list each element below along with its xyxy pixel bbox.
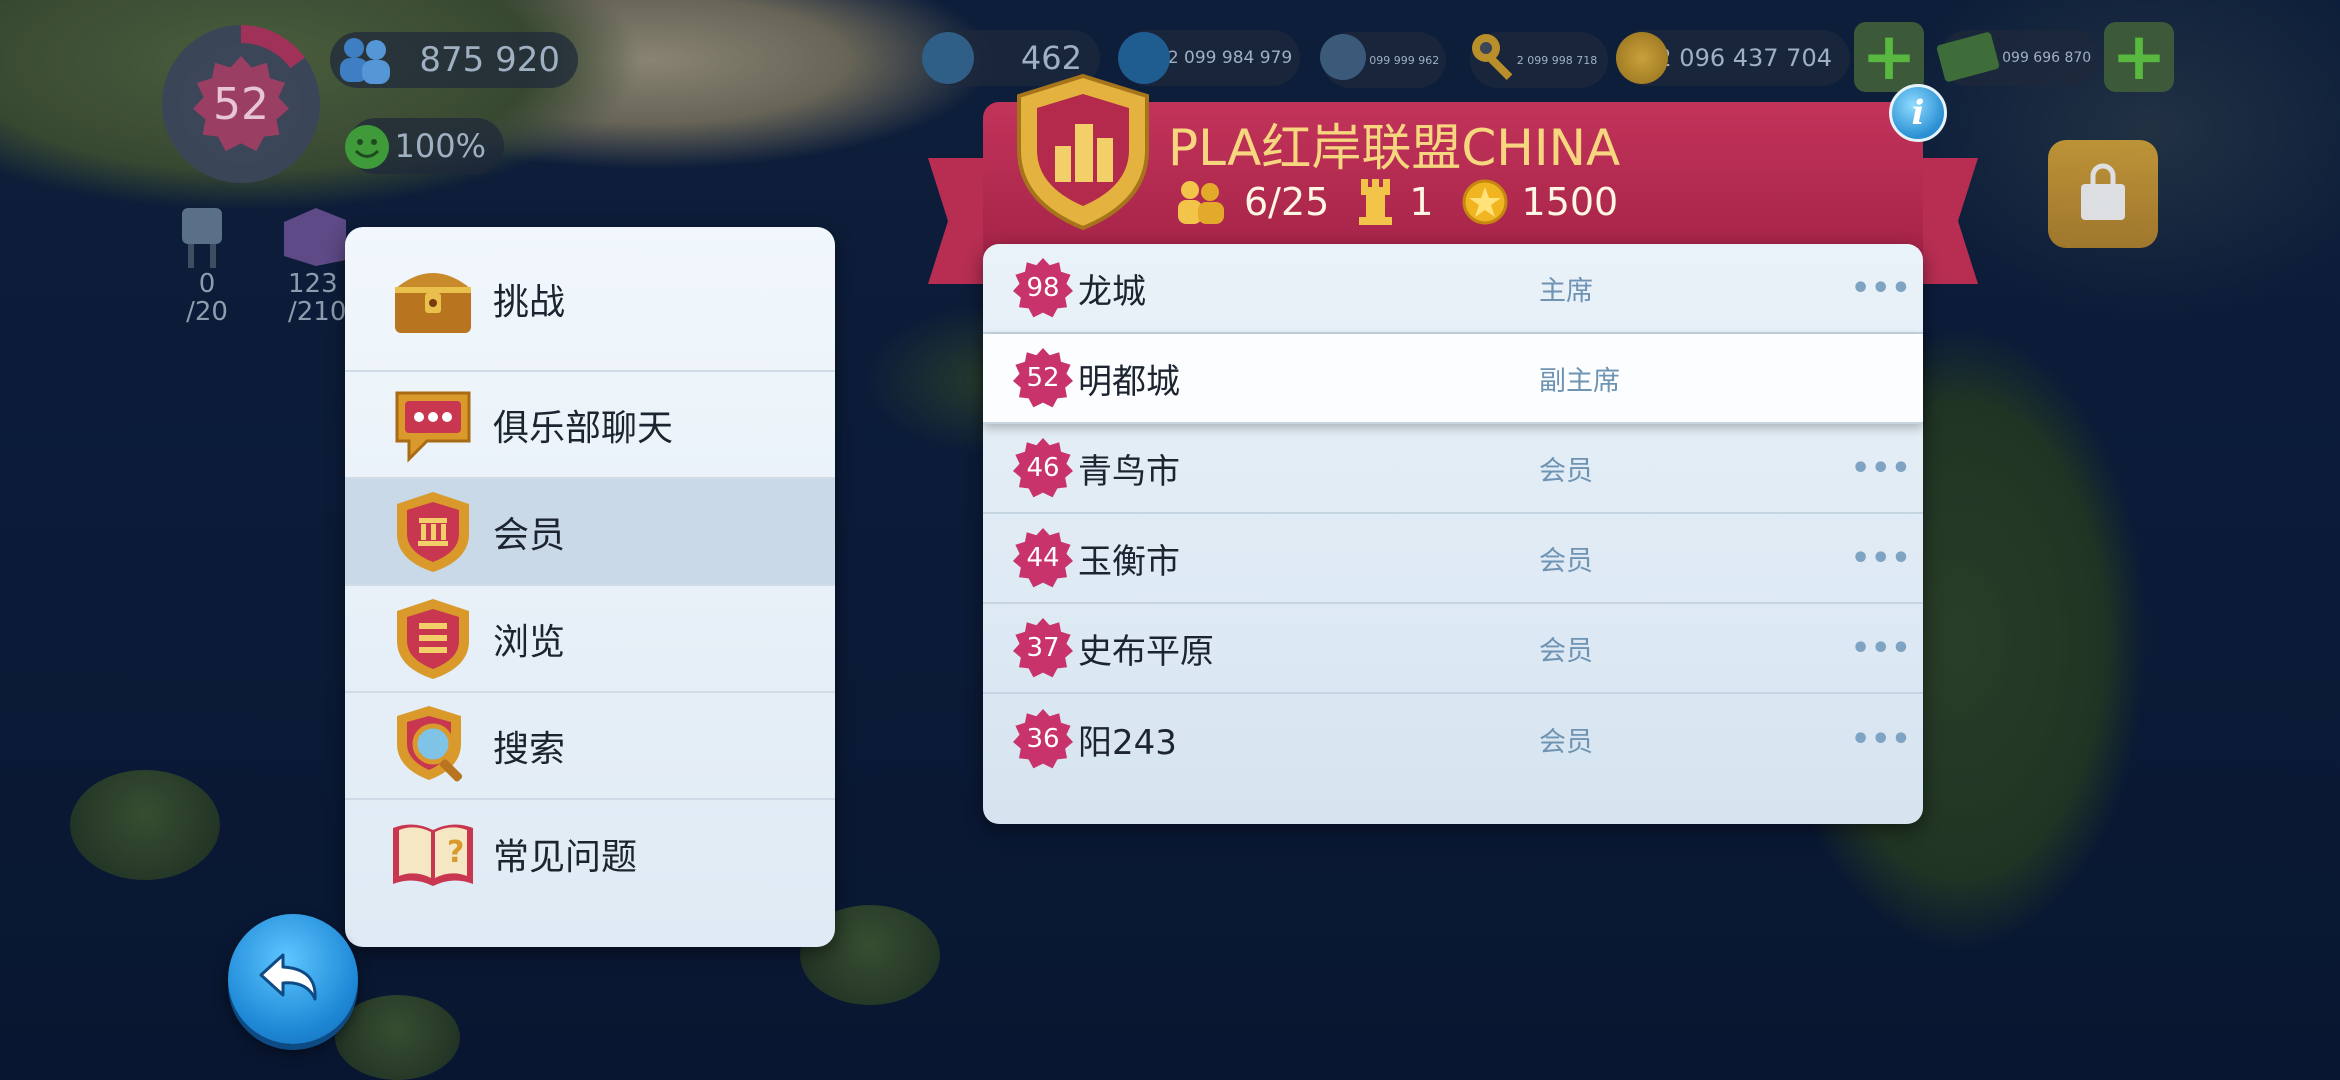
plus-icon: +	[1861, 18, 1917, 95]
storage-capacity-label: 123 /2100000	[288, 270, 348, 326]
search-magnifier-icon	[391, 704, 475, 788]
member-level-badge: 98	[1013, 258, 1073, 318]
club-emblem-icon	[1017, 73, 1149, 231]
member-row[interactable]: 98 龙城 主席 •••	[983, 244, 1923, 334]
member-level-badge: 36	[1013, 709, 1073, 769]
tower-icon	[1359, 179, 1393, 225]
more-options-button[interactable]: •••	[1851, 541, 1912, 576]
menu-item-browse[interactable]: 浏览	[345, 586, 835, 693]
coin-value: 2 096 437 704	[1656, 44, 1832, 72]
cash-value: 2 099 696 870	[1988, 50, 2092, 66]
storage-building-icon	[284, 208, 346, 266]
simoleon-coin-icon	[1616, 32, 1668, 84]
shopping-bag-icon	[2081, 163, 2125, 220]
wrench-token-icon	[1320, 34, 1366, 80]
club-name: PLA红岸联盟CHINA	[1168, 119, 1621, 177]
chat-bubble-icon	[391, 383, 475, 467]
member-city-name: 玉衡市	[1078, 541, 1180, 582]
plus-icon: +	[2111, 18, 2167, 95]
menu-item-members[interactable]: 会员	[345, 479, 835, 586]
menu-label-members: 会员	[493, 514, 566, 556]
member-role: 会员	[1539, 726, 1593, 758]
member-level-badge: 52	[1013, 348, 1073, 408]
back-arrow-icon	[259, 953, 317, 1001]
menu-label-search: 搜索	[493, 728, 566, 770]
more-options-button[interactable]: •••	[1851, 631, 1912, 666]
club-member-count: 6/25	[1244, 180, 1330, 224]
member-level-badge: 46	[1013, 438, 1073, 498]
member-level-badge: 44	[1013, 528, 1073, 588]
menu-label-club-chat: 俱乐部聊天	[493, 407, 674, 449]
member-city-name: 阳243	[1078, 722, 1177, 763]
member-list: 98 龙城 主席 ••• 52 明都城 副主席 46 青鸟市 会员 ••• 44…	[983, 244, 1923, 824]
club-menu-panel: 挑战 俱乐部聊天 会员 浏览 搜索 ? 常见问题	[345, 227, 835, 947]
more-options-button[interactable]: •••	[1851, 271, 1912, 306]
menu-item-challenge[interactable]: 挑战	[345, 227, 835, 372]
more-options-button[interactable]: •••	[1851, 722, 1912, 757]
member-role: 会员	[1539, 635, 1593, 667]
club-tower-count: 1	[1409, 180, 1434, 224]
member-role: 副主席	[1539, 365, 1620, 397]
member-row[interactable]: 44 玉衡市 会员 •••	[983, 514, 1923, 604]
palm-token-icon	[922, 32, 974, 84]
svg-text:?: ?	[447, 835, 464, 870]
water-tower-icon	[182, 208, 222, 268]
member-level-badge: 37	[1013, 618, 1073, 678]
water-current: 0	[198, 269, 216, 299]
menu-label-faq: 常见问题	[493, 836, 638, 878]
faq-book-icon: ?	[391, 812, 475, 896]
level-badge: 52	[193, 56, 289, 152]
member-city-name: 明都城	[1078, 361, 1180, 402]
member-role: 会员	[1539, 455, 1593, 487]
member-role: 主席	[1539, 275, 1593, 307]
member-city-name: 史布平原	[1078, 631, 1214, 672]
water-max: /20	[186, 297, 228, 327]
browse-shield-icon	[391, 597, 475, 681]
add-coins-button[interactable]: +	[1854, 22, 1924, 92]
add-cash-button[interactable]: +	[2104, 22, 2174, 92]
member-role: 会员	[1539, 545, 1593, 577]
menu-item-search[interactable]: 搜索	[345, 693, 835, 800]
menu-item-faq[interactable]: ? 常见问题	[345, 800, 835, 907]
back-button[interactable]	[228, 914, 358, 1044]
storage-current: 123	[288, 270, 338, 299]
gold-star-coin-icon	[1462, 179, 1508, 225]
menu-label-browse: 浏览	[493, 621, 566, 663]
currency-2-value: 2 099 999 962	[1358, 53, 1440, 67]
golden-key-icon	[1472, 34, 1513, 81]
player-level-indicator[interactable]: 52	[162, 25, 320, 183]
menu-label-challenge: 挑战	[493, 281, 566, 323]
club-points: 1500	[1521, 180, 1619, 224]
menu-item-club-chat[interactable]: 俱乐部聊天	[345, 372, 835, 479]
member-row[interactable]: 37 史布平原 会员 •••	[983, 604, 1923, 694]
happiness-smiley-icon	[345, 125, 389, 169]
treasure-chest-icon	[391, 257, 475, 341]
shop-button[interactable]	[2048, 140, 2158, 248]
member-city-name: 青鸟市	[1078, 451, 1180, 492]
member-row[interactable]: 46 青鸟市 会员 •••	[983, 424, 1923, 514]
member-row[interactable]: 52 明都城 副主席	[983, 334, 1923, 424]
member-city-name: 龙城	[1078, 271, 1146, 312]
population-value: 875 920	[419, 40, 560, 80]
population-icon	[340, 38, 390, 84]
happiness-value: 100%	[394, 127, 486, 165]
club-info-button[interactable]: i	[1889, 84, 1947, 142]
members-count-icon	[1178, 181, 1224, 224]
water-capacity-label: 0 /20	[178, 270, 236, 326]
members-shield-icon	[391, 490, 475, 574]
currency-1-value: 2 099 984 979	[1167, 48, 1293, 68]
club-stats: 6/25 1 1500	[1172, 178, 1618, 226]
member-row[interactable]: 36 阳243 会员 •••	[983, 694, 1923, 784]
currency-3-value: 2 099 998 718	[1516, 53, 1598, 67]
more-options-button[interactable]: •••	[1851, 451, 1912, 486]
storage-max: /2100000	[288, 297, 348, 326]
